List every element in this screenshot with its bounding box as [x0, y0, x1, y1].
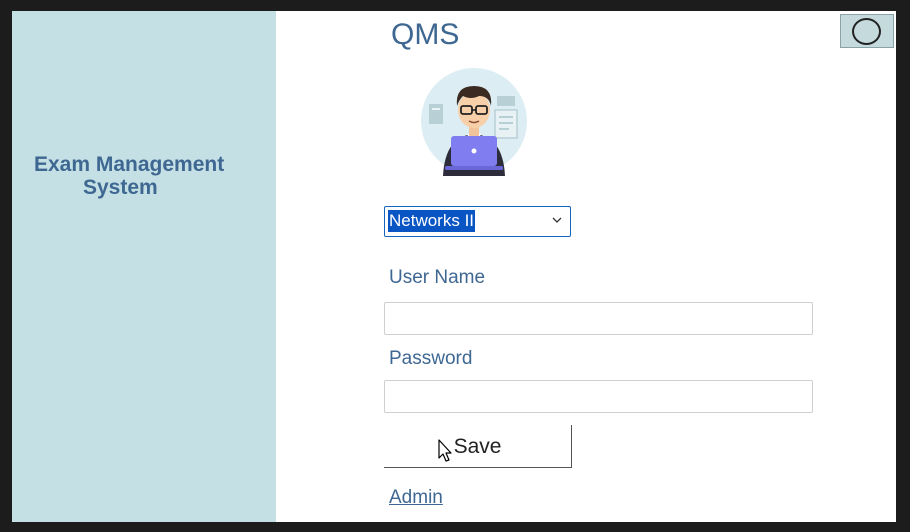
sidebar-title: Exam Management System — [32, 153, 264, 199]
app-title: QMS — [391, 18, 460, 51]
user-avatar-icon — [421, 68, 527, 176]
close-button[interactable] — [840, 14, 894, 48]
mouse-pointer-icon — [438, 439, 452, 462]
sidebar-title-line2: System — [83, 176, 158, 199]
username-input[interactable] — [384, 302, 813, 335]
sidebar-title-line1: Exam Management — [34, 153, 225, 176]
username-label: User Name — [389, 267, 486, 288]
password-input[interactable] — [384, 380, 813, 413]
course-select-value: Networks II — [388, 210, 476, 232]
save-button[interactable]: Save — [384, 425, 572, 468]
app-window: Exam Management System QMS Networks II U… — [12, 11, 896, 522]
chevron-down-icon — [552, 217, 562, 223]
sidebar: Exam Management System — [12, 11, 276, 522]
admin-link[interactable]: Admin — [389, 486, 443, 510]
circle-icon — [852, 18, 881, 45]
course-select[interactable]: Networks II — [384, 206, 571, 237]
password-label: Password — [389, 348, 473, 369]
